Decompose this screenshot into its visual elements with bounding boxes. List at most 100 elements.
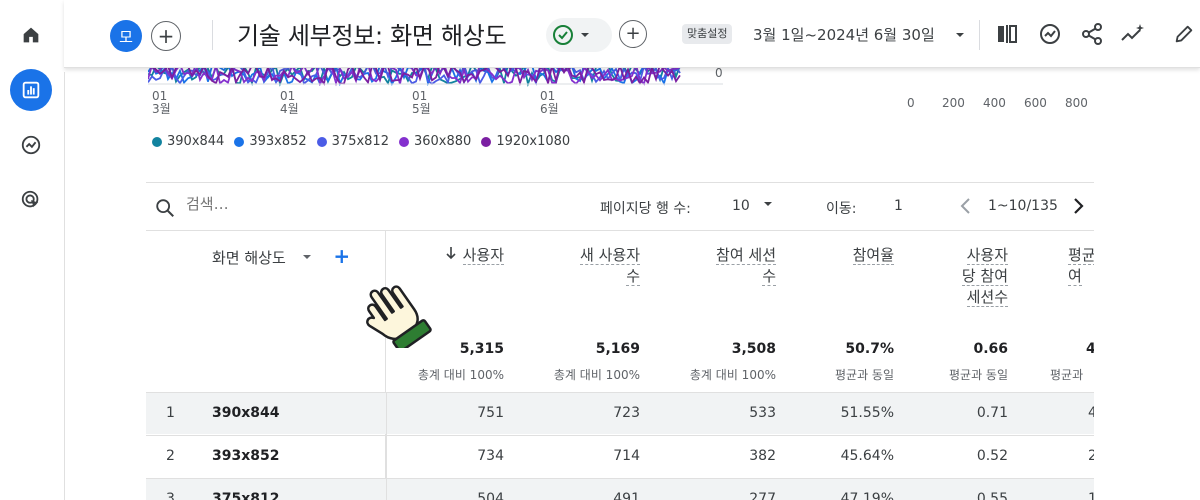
plus-icon: + [157,24,175,48]
cell-engagement-rate: 47.19% [840,491,894,500]
header-separator [212,20,213,50]
rows-per-page-label: 페이지당 행 수: [600,201,691,217]
total-engaged-sessions: 3,508 [731,341,776,357]
chart-legend: 390x844 393x852 375x812 360x880 1920x108… [152,134,570,149]
metric-header-engaged-sessions[interactable]: 참여 세션 수 [656,245,776,287]
table-toolbar: 페이지당 행 수: 10 이동: 1 1~10/135 [146,182,1094,230]
legend-dot [152,136,162,147]
legend-dot [398,136,409,147]
report-header: 모 + 기술 세부정보: 화면 해상도 + 맞춤설정 3월 1일~2024년 6… [64,0,1200,68]
total-engagement-rate-sub: 평균과 동일 [834,368,894,382]
x-tick-may: 01 5월 [412,89,431,116]
home-icon [23,27,39,43]
x-tick-mar: 01 3월 [152,89,171,116]
next-page-button[interactable] [1068,195,1088,221]
scrollbar[interactable] [1190,68,1200,500]
bar-chart-icon [22,81,40,99]
row-index: 1 [166,405,175,421]
metric-header-new-users[interactable]: 새 사용자 수 [520,245,640,287]
pagination-range: 1~10/135 [988,198,1058,214]
share-button[interactable] [1078,20,1106,48]
chevron-right-icon [1074,198,1084,214]
bar-axis-tick: 800 [1065,96,1088,110]
goto-page-input[interactable]: 1 [894,198,903,214]
legend-item[interactable]: 390x844 [152,134,224,149]
table-row[interactable]: 1 390x844 751 723 533 51.55% 0.71 4 [146,392,1094,435]
total-engaged-sessions-sub: 총계 대비 100% [689,368,776,382]
check-circle-icon [553,25,573,45]
legend-item[interactable]: 375x812 [316,134,389,149]
metric-header-engagement-rate[interactable]: 참여율 [784,245,894,266]
metric-header-avg-engagement[interactable]: 평균 여 [1068,245,1094,287]
table-search-input[interactable] [186,195,386,213]
ai-insights-button[interactable] [1119,20,1147,48]
explore-trend-icon [21,135,41,155]
chart-y-zero-label: 0 [715,66,723,80]
x-tick-apr: 01 4월 [280,89,299,116]
header-separator [979,20,980,50]
cell-engaged-sessions: 277 [749,491,776,500]
compare-button[interactable] [993,20,1021,48]
cell-engaged-sessions: 533 [749,405,776,421]
legend-item[interactable]: 393x852 [234,134,307,149]
pencil-icon [1175,25,1193,43]
total-sessions-per-user: 0.66 [973,341,1008,357]
cell-users: 504 [477,491,504,500]
row-index: 2 [166,448,175,464]
total-avg-engagement: 4 [1086,341,1094,357]
avatar[interactable]: 모 [110,20,142,52]
table-row[interactable]: 3 375x812 504 491 277 47.19% 0.55 1 [146,478,1094,500]
total-users: 5,315 [459,341,504,357]
nav-advertising-button[interactable] [10,179,52,221]
plus-icon: + [625,23,641,44]
row-dimension: 393x852 [212,448,280,464]
add-comparison-button[interactable]: + [151,21,181,51]
nav-home-button[interactable] [10,14,52,56]
dimension-header[interactable]: 화면 해상도 + [212,244,350,268]
add-dimension-button[interactable]: + [333,244,350,268]
cell-engagement-rate: 45.64% [840,448,894,464]
custom-range-chip: 맞춤설정 [682,24,733,44]
cell-avg-engagement: 4 [1088,405,1094,421]
metric-header-users[interactable]: 사용자 [374,245,504,266]
metric-header-sessions-per-user[interactable]: 사용자 당 참여 세션수 [908,245,1008,308]
bar-axis-tick: 400 [983,96,1006,110]
prev-page-button[interactable] [956,195,976,221]
total-new-users-sub: 총계 대비 100% [553,368,640,382]
dropdown-caret-icon[interactable] [954,29,966,41]
insights-button[interactable] [1036,20,1064,48]
cell-avg-engagement: 1 [1088,491,1094,500]
rows-per-page-select[interactable]: 10 [732,198,774,214]
page-title: 기술 세부정보: 화면 해상도 [237,22,507,50]
cell-sessions-per-user: 0.52 [976,448,1008,464]
legend-dot [481,136,492,147]
hand-pointer-icon [350,268,440,353]
cell-sessions-per-user: 0.55 [976,491,1008,500]
target-cursor-icon [21,190,39,208]
edit-button[interactable] [1170,20,1198,48]
cell-sessions-per-user: 0.71 [976,405,1008,421]
legend-dot [316,136,327,147]
compare-columns-icon [998,25,1017,43]
row-dimension: 375x812 [212,491,280,500]
total-users-sub: 총계 대비 100% [417,368,504,382]
bar-axis-tick: 200 [942,96,965,110]
table-row[interactable]: 2 393x852 734 714 382 45.64% 0.52 2 [146,435,1094,478]
nav-explore-button[interactable] [10,124,52,166]
date-range-picker[interactable]: 3월 1일~2024년 6월 30일 [753,24,935,45]
status-dropdown[interactable] [546,18,612,52]
legend-item[interactable]: 360x880 [398,134,471,149]
analytics-app: 0 01 3월 01 4월 01 5월 01 6월 0 200 400 600 800 … [0,0,1200,500]
nav-reports-button[interactable] [10,69,52,111]
bar-axis-tick: 600 [1024,96,1047,110]
report-table: 화면 해상도 + 사용자 새 사용자 수 참여 세션 수 참여율 사용자 당 참… [146,230,1094,500]
search-icon[interactable] [154,197,176,223]
dropdown-caret-icon [302,255,311,259]
legend-item[interactable]: 1920x1080 [481,134,570,149]
sort-desc-icon [445,245,457,266]
dropdown-caret-icon [581,33,589,37]
row-dimension: 390x844 [212,405,280,421]
add-button[interactable]: + [619,20,647,48]
cell-engaged-sessions: 382 [749,448,776,464]
cell-avg-engagement: 2 [1088,448,1094,464]
